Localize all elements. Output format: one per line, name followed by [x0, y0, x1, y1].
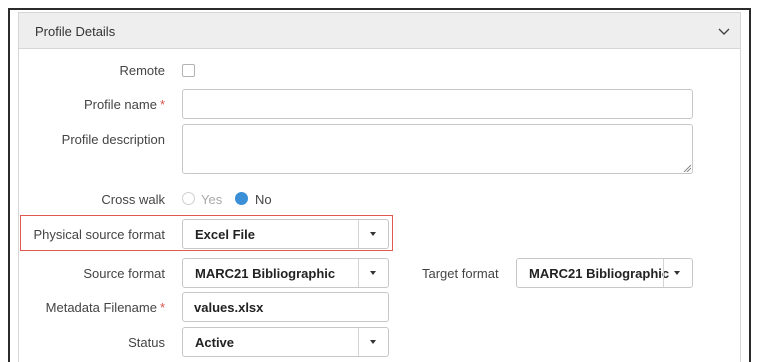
- source-format-label: Source format: [83, 266, 165, 281]
- source-format-value: MARC21 Bibliographic: [195, 266, 336, 281]
- cross-walk-no-radio[interactable]: [235, 192, 248, 205]
- remote-label: Remote: [119, 63, 165, 78]
- status-select[interactable]: Active: [182, 327, 389, 357]
- cross-walk-label: Cross walk: [101, 192, 165, 207]
- select-divider: [358, 220, 359, 248]
- select-divider: [358, 259, 359, 287]
- required-mark: *: [159, 300, 165, 315]
- profile-description-label: Profile description: [61, 132, 165, 147]
- caret-down-icon: [674, 271, 680, 275]
- profile-name-label: Profile name *: [84, 97, 165, 112]
- metadata-filename-label: Metadata Filename *: [46, 300, 165, 315]
- chevron-down-icon[interactable]: [716, 23, 732, 39]
- caret-down-icon: [370, 232, 376, 236]
- profile-details-panel: Profile Details Remote Profile name * Pro…: [18, 12, 741, 362]
- status-value: Active: [195, 335, 235, 350]
- target-format-select[interactable]: MARC21 Bibliographic: [516, 258, 693, 288]
- remote-checkbox[interactable]: [182, 64, 195, 77]
- panel-title: Profile Details: [35, 24, 116, 39]
- profile-description-textarea[interactable]: [182, 124, 693, 174]
- panel-header[interactable]: Profile Details: [19, 13, 740, 49]
- physical-source-format-label: Physical source format: [33, 227, 166, 242]
- profile-name-input[interactable]: [182, 89, 693, 119]
- target-format-label: Target format: [422, 266, 499, 281]
- cross-walk-yes-label: Yes: [201, 192, 223, 207]
- caret-down-icon: [370, 271, 376, 275]
- select-divider: [358, 328, 359, 356]
- target-format-value: MARC21 Bibliographic: [529, 266, 670, 281]
- caret-down-icon: [370, 340, 376, 344]
- cross-walk-no-label: No: [255, 192, 272, 207]
- cross-walk-yes-radio[interactable]: [182, 192, 195, 205]
- physical-source-format-value: Excel File: [195, 227, 255, 242]
- metadata-filename-input[interactable]: [182, 292, 389, 322]
- select-divider: [663, 259, 664, 287]
- status-label: Status: [128, 335, 165, 350]
- source-format-select[interactable]: MARC21 Bibliographic: [182, 258, 389, 288]
- profile-name-label-text: Profile name: [83, 97, 157, 112]
- required-mark: *: [159, 97, 165, 112]
- physical-source-format-select[interactable]: Excel File: [182, 219, 389, 249]
- metadata-filename-label-text: Metadata Filename: [45, 300, 157, 315]
- resize-handle-icon[interactable]: [683, 164, 691, 172]
